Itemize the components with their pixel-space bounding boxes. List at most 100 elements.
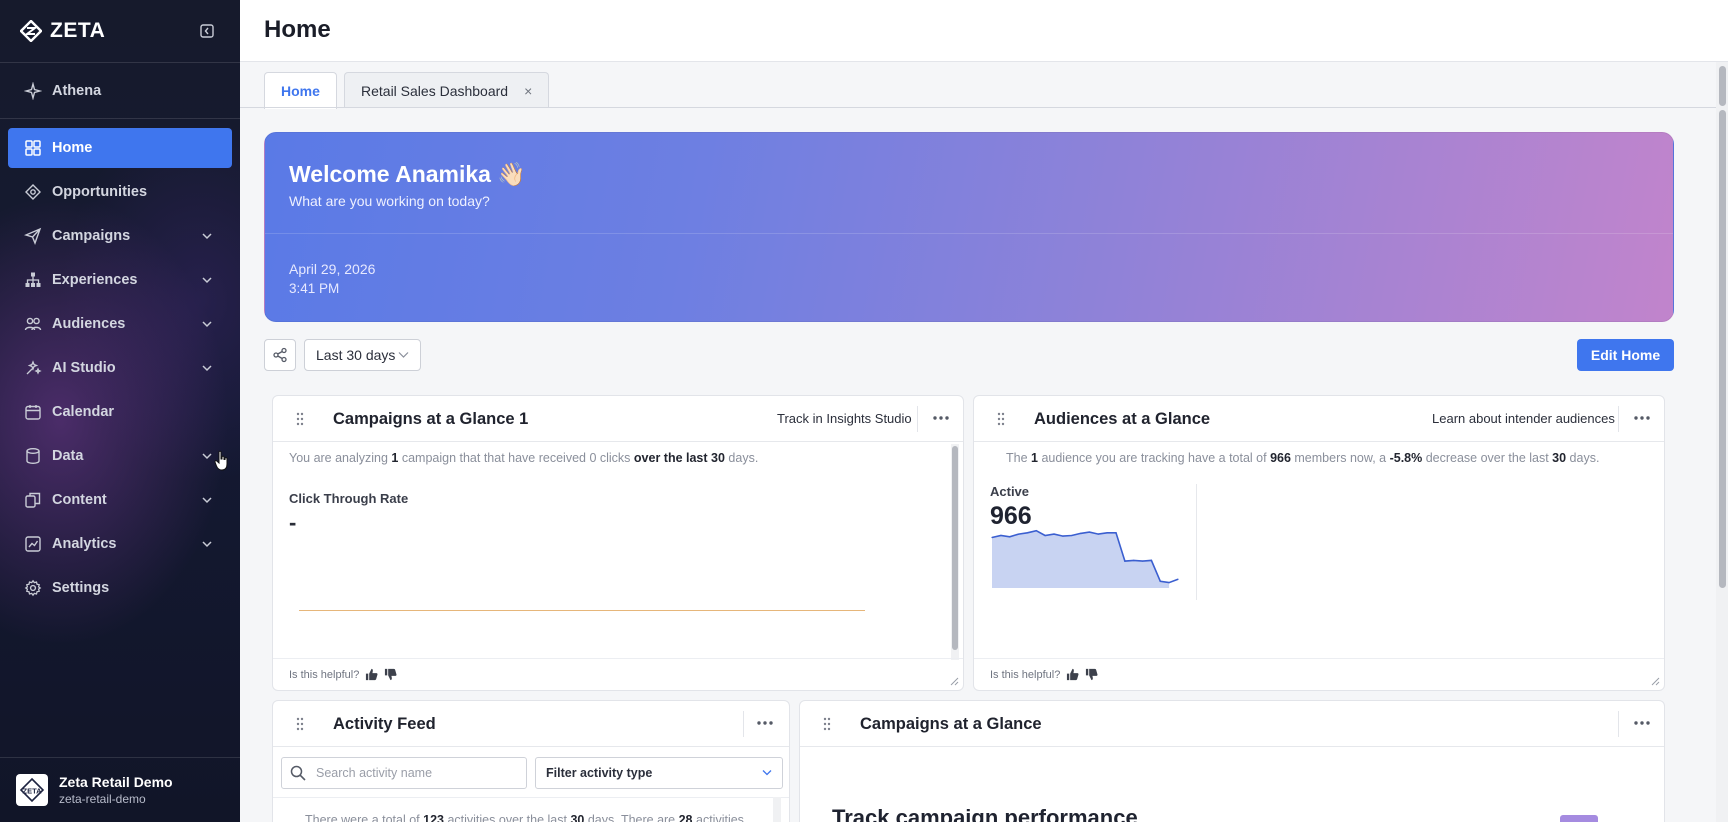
illustration-chip xyxy=(1560,815,1598,822)
tab-retail-sales-dashboard[interactable]: Retail Sales Dashboard × xyxy=(344,72,550,108)
sparkline-point xyxy=(991,536,993,539)
sidebar-item-label: Opportunities xyxy=(52,184,148,200)
tab-label: Retail Sales Dashboard xyxy=(361,82,509,99)
thumbs-down-icon[interactable] xyxy=(384,668,397,681)
sparkline-point xyxy=(1000,534,1002,537)
card-scrollbar[interactable] xyxy=(773,797,781,822)
sidebar-item-content[interactable]: Content xyxy=(8,480,232,520)
campaigns-glance-1-card: Campaigns at a Glance 1 Track in Insight… xyxy=(272,395,964,691)
activity-search-input[interactable]: Search activity name xyxy=(281,757,527,789)
thumbs-up-icon[interactable] xyxy=(1066,668,1079,681)
drag-handle-icon[interactable] xyxy=(295,716,305,732)
audiences-glance-card: Audiences at a Glance Learn about intend… xyxy=(973,395,1665,691)
page-scrollbar[interactable] xyxy=(1716,62,1728,822)
chevron-down-icon xyxy=(398,352,409,358)
track-insights-link[interactable]: Track in Insights Studio xyxy=(777,411,912,426)
zeta-workspace-icon: ZETA xyxy=(19,777,45,803)
users-icon xyxy=(24,315,42,333)
desc-text: members now, a xyxy=(1290,451,1390,465)
workspace-logo-text: ZETA xyxy=(22,787,42,796)
zeta-logo-icon xyxy=(20,20,42,42)
chevron-down-icon[interactable] xyxy=(200,317,214,331)
sidebar-item-data[interactable]: Data xyxy=(8,436,232,476)
sitemap-icon xyxy=(24,271,42,289)
more-icon xyxy=(757,721,773,725)
chevron-down-icon[interactable] xyxy=(200,449,214,463)
summary-text: activities xyxy=(692,813,744,822)
chevron-down-icon[interactable] xyxy=(200,493,214,507)
intender-audiences-link[interactable]: Learn about intender audiences xyxy=(1432,411,1615,426)
desc-text: The xyxy=(1006,451,1032,465)
sparkline-point xyxy=(1080,532,1082,534)
sidebar-item-ai-studio[interactable]: AI Studio xyxy=(8,348,232,388)
desc-text: days. xyxy=(1566,451,1600,465)
desc-number: 1 xyxy=(1031,451,1038,465)
more-options-button[interactable] xyxy=(1630,408,1654,428)
scrollbar-thumb[interactable] xyxy=(1719,110,1726,588)
chevron-down-icon[interactable] xyxy=(200,537,214,551)
activity-feed-card: Activity Feed Search activity name Filte… xyxy=(272,700,790,822)
close-tab-icon[interactable]: × xyxy=(524,83,532,99)
sparkline-point xyxy=(1053,533,1055,535)
ai-studio-icon xyxy=(24,359,42,377)
sparkline-point xyxy=(1088,531,1090,533)
sparkline-point xyxy=(1133,559,1135,561)
brand-logo[interactable]: ZETA xyxy=(20,18,105,44)
analytics-icon xyxy=(24,535,42,553)
more-options-button[interactable] xyxy=(1630,713,1654,733)
sidebar-item-experiences[interactable]: Experiences xyxy=(8,260,232,300)
more-options-button[interactable] xyxy=(753,713,777,733)
sidebar-item-label: Home xyxy=(52,140,93,156)
feedback-label: Is this helpful? xyxy=(990,668,1061,681)
sidebar-item-campaigns[interactable]: Campaigns xyxy=(8,216,232,256)
sidebar-item-calendar[interactable]: Calendar xyxy=(8,392,232,432)
more-options-button[interactable] xyxy=(929,408,953,428)
drag-handle-icon[interactable] xyxy=(295,411,305,427)
sidebar-item-label: Athena xyxy=(52,83,102,99)
workspace-switcher[interactable]: ZETA Zeta Retail Demo zeta-retail-demo xyxy=(0,758,240,822)
chart-divider xyxy=(1196,484,1197,600)
sidebar-item-label: Calendar xyxy=(52,404,115,420)
drag-handle-icon[interactable] xyxy=(996,411,1006,427)
desc-text: audience you are tracking have a total o… xyxy=(1037,451,1271,465)
desc-text: campaign that that have received 0 click… xyxy=(398,451,634,465)
search-icon xyxy=(290,765,306,781)
card-scrollbar-thumb[interactable] xyxy=(952,446,958,650)
drag-handle-icon[interactable] xyxy=(822,716,832,732)
thumbs-up-icon[interactable] xyxy=(365,668,378,681)
sidebar-item-audiences[interactable]: Audiences xyxy=(8,304,232,344)
card-header: Campaigns at a Glance 1 Track in Insight… xyxy=(273,396,963,442)
workspace-slug: zeta-retail-demo xyxy=(59,792,146,806)
more-icon xyxy=(1634,416,1650,420)
sidebar-item-label: Data xyxy=(52,448,84,464)
desc-number: 966 xyxy=(1270,451,1291,465)
sidebar-item-settings[interactable]: Settings xyxy=(8,568,232,608)
summary-number: 28 xyxy=(678,813,693,822)
activity-type-filter[interactable]: Filter activity type xyxy=(535,757,783,789)
scrollbar-thumb-top[interactable] xyxy=(1719,66,1726,106)
resize-handle-icon[interactable] xyxy=(949,676,959,686)
desc-text: days. xyxy=(724,451,759,465)
chevron-down-icon[interactable] xyxy=(200,361,214,375)
feedback-label: Is this helpful? xyxy=(289,668,360,681)
sparkline-point xyxy=(1062,535,1064,537)
chevron-down-icon[interactable] xyxy=(200,273,214,287)
card-scrollbar[interactable] xyxy=(951,444,959,660)
sidebar-item-analytics[interactable]: Analytics xyxy=(8,524,232,564)
sidebar-item-home[interactable]: Home xyxy=(8,128,232,168)
edit-home-button[interactable]: Edit Home xyxy=(1577,339,1674,371)
share-icon xyxy=(273,347,287,363)
database-icon xyxy=(24,447,42,465)
collapse-sidebar-button[interactable] xyxy=(198,22,216,40)
sidebar-item-opportunities[interactable]: Opportunities xyxy=(8,172,232,212)
chevron-down-icon[interactable] xyxy=(200,229,214,243)
thumbs-down-icon[interactable] xyxy=(1085,668,1098,681)
date-range-select[interactable]: Last 30 days xyxy=(304,339,421,371)
collapse-icon xyxy=(200,24,214,38)
share-button[interactable] xyxy=(264,339,296,371)
sidebar-item-athena[interactable]: Athena xyxy=(8,71,232,111)
tab-home[interactable]: Home xyxy=(264,72,337,109)
sparkline-point xyxy=(1177,578,1179,580)
card-title: Campaigns at a Glance 1 xyxy=(333,410,529,428)
resize-handle-icon[interactable] xyxy=(1650,676,1660,686)
